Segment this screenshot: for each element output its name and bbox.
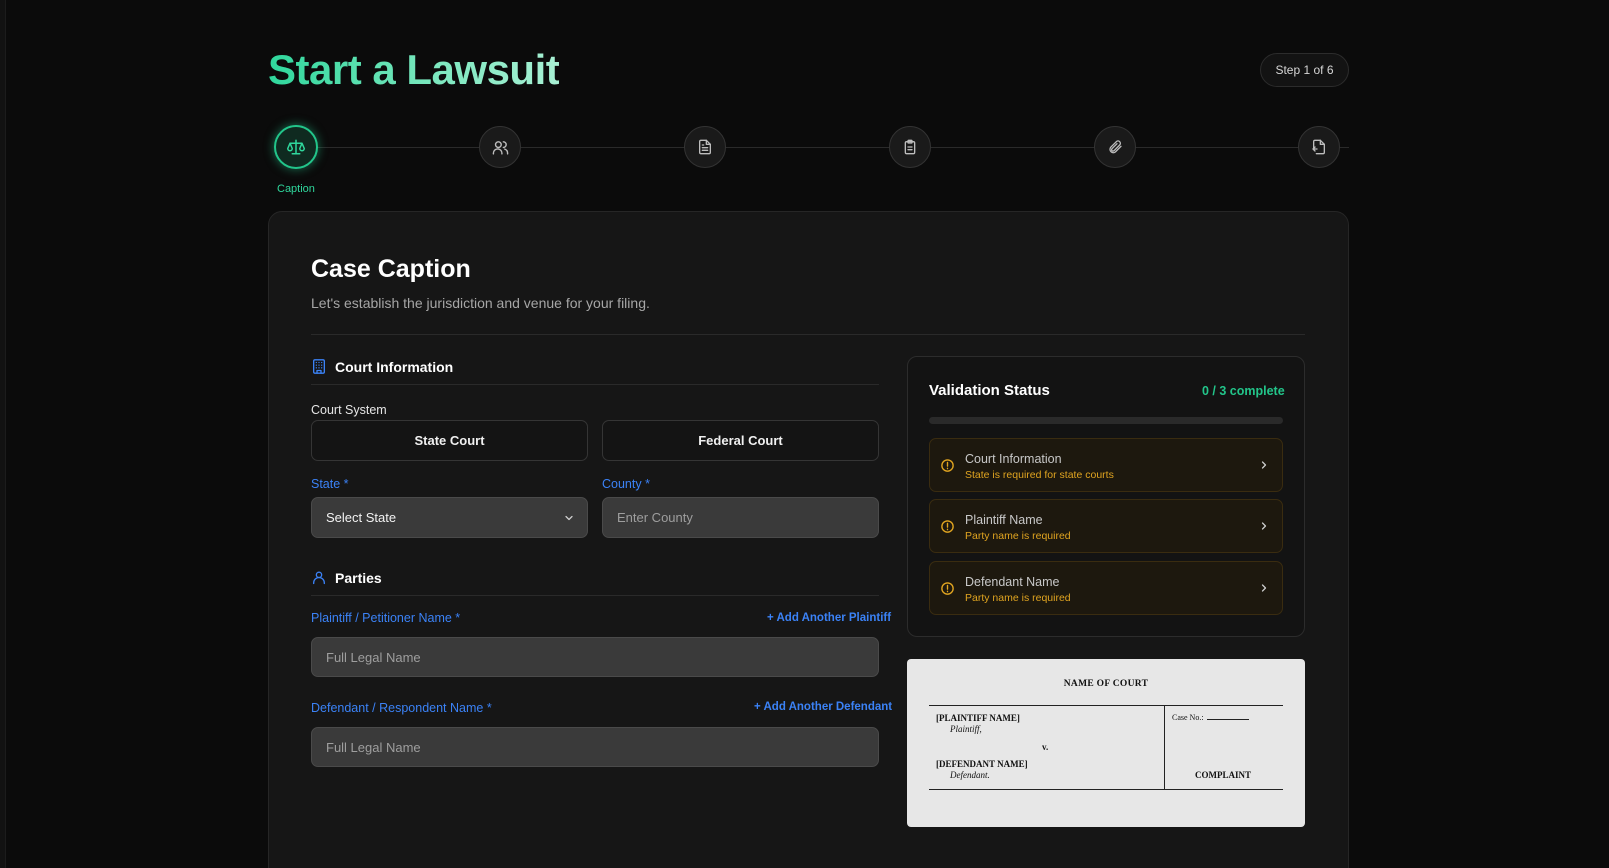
parties-heading: Parties xyxy=(311,569,382,586)
user-icon xyxy=(313,571,325,585)
validation-progress-bar xyxy=(929,417,1283,424)
validation-item-message: Party name is required xyxy=(965,592,1071,604)
step-indicator-badge: Step 1 of 6 xyxy=(1260,53,1349,87)
page-title: Start a Lawsuit xyxy=(268,46,560,93)
divider xyxy=(311,384,879,385)
federal-court-button[interactable]: Federal Court xyxy=(602,420,879,461)
validation-title: Validation Status xyxy=(929,382,1050,399)
left-edge-strip xyxy=(0,0,6,868)
defendant-name-input[interactable]: Full Legal Name xyxy=(311,727,879,767)
validation-item-plaintiff[interactable]: Plaintiff Name Party name is required xyxy=(929,499,1283,553)
plaintiff-label-text: Plaintiff / Petitioner Name xyxy=(311,611,452,625)
preview-defendant-role: Defendant. xyxy=(950,770,990,780)
paperclip-icon xyxy=(1109,140,1122,154)
preview-versus: v. xyxy=(1042,742,1049,752)
alert-circle-icon xyxy=(941,582,954,595)
building-icon xyxy=(313,359,325,374)
alert-circle-icon xyxy=(941,520,954,533)
state-label: State * xyxy=(311,477,349,491)
caption-preview: NAME OF COURT [PLAINTIFF NAME] Plaintiff… xyxy=(907,659,1305,827)
preview-rule-vertical xyxy=(1164,705,1165,789)
validation-item-title: Court Information xyxy=(965,452,1062,466)
step-export[interactable] xyxy=(1298,126,1340,168)
validation-item-court-info[interactable]: Court Information State is required for … xyxy=(929,438,1283,492)
required-mark: * xyxy=(455,611,461,625)
step-clipboard[interactable] xyxy=(889,126,931,168)
chevron-right-icon xyxy=(1261,522,1267,530)
chevron-right-icon xyxy=(1261,584,1267,592)
validation-count: 0 / 3 complete xyxy=(1202,384,1285,398)
preview-plaintiff-role: Plaintiff, xyxy=(950,724,982,734)
validation-item-message: Party name is required xyxy=(965,530,1071,542)
parties-heading-text: Parties xyxy=(335,569,382,586)
preview-rule-top xyxy=(929,705,1283,706)
step-caption-label: Caption xyxy=(277,183,315,195)
preview-rule-bottom xyxy=(929,789,1283,790)
divider xyxy=(311,334,1305,335)
file-export-icon xyxy=(1312,139,1325,155)
preview-plaintiff-name: [PLAINTIFF NAME] xyxy=(936,713,1020,723)
document-icon xyxy=(699,139,711,155)
state-select[interactable]: Select State xyxy=(311,497,588,538)
required-mark: * xyxy=(343,477,349,491)
divider xyxy=(311,595,879,596)
court-info-heading-text: Court Information xyxy=(335,358,454,375)
county-label: County * xyxy=(602,477,650,491)
step-attachments[interactable] xyxy=(1094,126,1136,168)
preview-case-number-label: Case No.: xyxy=(1172,713,1204,722)
step-caption[interactable] xyxy=(274,125,318,169)
users-icon xyxy=(492,140,508,155)
section-subtitle: Let's establish the jurisdiction and ven… xyxy=(311,295,650,311)
scale-icon xyxy=(287,139,305,155)
preview-case-number-blank xyxy=(1206,719,1249,720)
validation-item-title: Plaintiff Name xyxy=(965,513,1043,527)
preview-document-type: COMPLAINT xyxy=(1195,770,1251,780)
chevron-down-icon xyxy=(565,515,573,520)
state-court-button[interactable]: State Court xyxy=(311,420,588,461)
preview-defendant-name: [DEFENDANT NAME] xyxy=(936,759,1028,769)
validation-item-defendant[interactable]: Defendant Name Party name is required xyxy=(929,561,1283,615)
county-label-text: County xyxy=(602,477,642,491)
add-defendant-link[interactable]: + Add Another Defendant xyxy=(754,701,892,713)
chevron-right-icon xyxy=(1261,461,1267,469)
stepper-track xyxy=(296,147,1349,148)
clipboard-icon xyxy=(904,139,916,155)
defendant-label-text: Defendant / Respondent Name xyxy=(311,701,484,715)
required-mark: * xyxy=(645,477,650,491)
section-title: Case Caption xyxy=(311,255,471,283)
state-label-text: State xyxy=(311,477,341,491)
court-info-heading: Court Information xyxy=(311,358,453,375)
preview-court-name: NAME OF COURT xyxy=(1063,679,1149,689)
county-input[interactable]: Enter County xyxy=(602,497,879,538)
state-select-value: Select State xyxy=(326,510,397,525)
validation-item-message: State is required for state courts xyxy=(965,469,1114,481)
court-system-label: Court System xyxy=(311,403,387,417)
plaintiff-label: Plaintiff / Petitioner Name * xyxy=(311,611,460,625)
step-parties[interactable] xyxy=(479,126,521,168)
add-plaintiff-link[interactable]: + Add Another Plaintiff xyxy=(767,612,891,624)
required-mark: * xyxy=(486,701,492,715)
preview-case-number: Case No.: xyxy=(1172,713,1249,722)
plaintiff-name-input[interactable]: Full Legal Name xyxy=(311,637,879,677)
validation-item-title: Defendant Name xyxy=(965,575,1060,589)
defendant-label: Defendant / Respondent Name * xyxy=(311,701,492,715)
step-document[interactable] xyxy=(684,126,726,168)
alert-circle-icon xyxy=(941,459,954,472)
